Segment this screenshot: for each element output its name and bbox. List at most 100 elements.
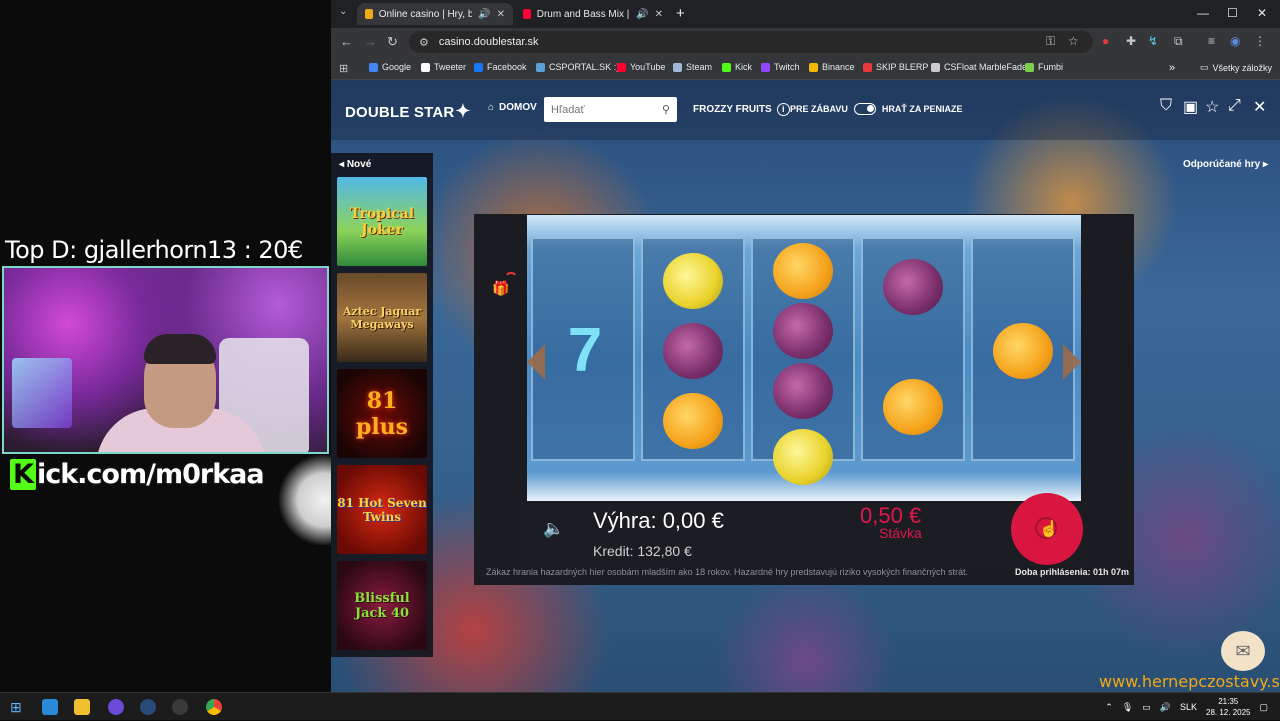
tab-casino[interactable]: Online casino | Hry, bonusy 🔊 ✕ — [357, 3, 513, 25]
bookmark-tweeter[interactable]: Tweeter — [421, 62, 466, 72]
close-game-icon[interactable]: ✕ — [1253, 97, 1266, 117]
extension-red-icon[interactable]: ● — [1102, 34, 1109, 48]
game-thumb-tropical-joker[interactable]: Tropical Joker — [337, 177, 427, 266]
apps-grid-icon[interactable]: ⊞ — [339, 62, 348, 75]
bookmark-google[interactable]: Google — [369, 62, 411, 72]
casino-logo[interactable]: DOUBLE STAR✦ — [345, 101, 471, 122]
speaker-icon[interactable]: 🔊 — [478, 9, 490, 20]
bookmark-star-icon[interactable]: ☆ — [1068, 34, 1079, 48]
info-icon[interactable]: i — [776, 103, 790, 116]
all-bookmarks-folder[interactable]: ▭ Všetky záložky — [1200, 62, 1272, 73]
mail-icon[interactable]: ✉ — [1221, 631, 1265, 671]
language-indicator[interactable]: SLK — [1180, 702, 1197, 712]
obs-icon[interactable] — [172, 699, 188, 715]
game-thumb-blissful-jack[interactable]: Blissful Jack 40 — [337, 561, 427, 650]
shield-icon[interactable]: ⛉ — [1160, 97, 1172, 115]
bookmark-steam[interactable]: Steam — [673, 62, 712, 72]
overlay-car-graphic — [276, 455, 336, 545]
notifications-icon[interactable]: ▢ — [1259, 702, 1268, 713]
chrome-icon[interactable] — [206, 699, 222, 715]
win-amount: Výhra: 0,00 € — [593, 508, 724, 533]
reel-1: 7 — [531, 237, 635, 461]
watermark-url: www.hernepczostavy.sk — [1099, 672, 1280, 691]
close-tab-icon[interactable]: ✕ — [497, 9, 505, 20]
casino-page: DOUBLE STAR✦ ⌂DOMOV ⚲ FROZZY FRUITSi PRE… — [331, 80, 1280, 692]
bookmark-kick[interactable]: Kick — [722, 62, 752, 72]
orange-symbol-icon — [883, 379, 943, 435]
new-tab-icon[interactable]: + — [676, 5, 685, 22]
kick-logo-letter: K — [10, 459, 36, 490]
game-thumb-aztec-jaguar[interactable]: Aztec Jaguar Megaways — [337, 273, 427, 362]
bookmarks-overflow-icon[interactable]: » — [1169, 62, 1175, 74]
search-box[interactable]: ⚲ — [544, 97, 677, 122]
bookmark-binance[interactable]: Binance — [809, 62, 855, 72]
messenger-icon[interactable] — [108, 699, 124, 715]
reel-3 — [751, 237, 855, 485]
tab-title: Drum and Bass Mix | Week — [536, 8, 630, 20]
tray-chevron-icon[interactable]: ⌃ — [1105, 702, 1113, 713]
password-key-icon[interactable]: ⚿ — [1046, 34, 1055, 49]
home-icon: ⌂ — [488, 102, 495, 113]
search-input[interactable] — [551, 103, 651, 116]
casino-header: DOUBLE STAR✦ ⌂DOMOV ⚲ FROZZY FRUITSi PRE… — [331, 80, 1280, 140]
microphone-icon[interactable]: 🎙 — [1122, 702, 1133, 713]
spin-button[interactable]: ☝ — [1011, 493, 1083, 565]
bookmark-fumbi[interactable]: Fumbi — [1025, 62, 1063, 72]
windows-start-icon[interactable]: ⊞ — [10, 699, 26, 715]
search-icon[interactable]: ⚲ — [662, 103, 670, 116]
mode-switch[interactable]: PRE ZÁBAVU HRAŤ ZA PENIAZE — [790, 103, 963, 115]
forward-icon[interactable]: → — [364, 34, 377, 49]
tab-search-icon[interactable]: ⌄ — [339, 6, 347, 17]
back-icon[interactable]: ← — [340, 34, 353, 49]
profile-avatar-icon[interactable]: ◉ — [1230, 34, 1240, 48]
extension-icon[interactable]: ✚ — [1126, 34, 1136, 48]
network-icon[interactable]: ▭ — [1142, 702, 1151, 713]
clock[interactable]: 21:35 28. 12. 2025 — [1206, 696, 1250, 718]
fullscreen-icon[interactable]: ⤢ — [1228, 97, 1241, 115]
tab-youtube[interactable]: Drum and Bass Mix | Week 🔊 ✕ — [515, 3, 671, 25]
bookmark-csfloat[interactable]: CSFloat MarbleFade — [931, 62, 1027, 72]
bookmark-twitch[interactable]: Twitch — [761, 62, 800, 72]
plum-symbol-icon — [663, 323, 723, 379]
sound-icon[interactable]: 🔈 — [543, 519, 564, 539]
taskbar-app-icon[interactable] — [42, 699, 58, 715]
mode-toggle[interactable] — [853, 103, 876, 115]
game-thumb-81-plus[interactable]: 81 plus — [337, 369, 427, 458]
minimize-icon[interactable]: — — [1197, 6, 1209, 20]
file-explorer-icon[interactable] — [74, 699, 90, 715]
address-bar[interactable]: ⚙ casino.doublestar.sk — [409, 31, 1093, 53]
wallet-icon[interactable]: ▣ — [1183, 97, 1198, 117]
kick-icon — [722, 62, 731, 72]
steam-taskbar-icon[interactable] — [140, 699, 156, 715]
bookmark-csportal[interactable]: CSPORTAL.SK :) — [536, 62, 619, 72]
favorite-star-icon[interactable]: ☆ — [1205, 97, 1219, 117]
bookmark-skip-blerp[interactable]: SKIP BLERP — [863, 62, 928, 72]
twitch-icon — [761, 62, 770, 72]
browser-window: ⌄ Online casino | Hry, bonusy 🔊 ✕ Drum a… — [331, 0, 1280, 692]
system-tray: ⌃ 🎙 ▭ 🔊 SLK 21:35 28. 12. 2025 ▢ — [1105, 693, 1280, 721]
game-title: FROZZY FRUITS i — [693, 103, 790, 116]
bookmark-facebook[interactable]: Facebook — [474, 62, 527, 72]
game-thumb-81-hot-seven-twins[interactable]: 81 Hot Seven Twins — [337, 465, 427, 554]
speaker-icon[interactable]: 🔊 — [636, 9, 648, 20]
orange-symbol-icon — [663, 393, 723, 449]
volume-icon[interactable]: 🔊 — [1160, 702, 1171, 713]
new-games-label[interactable]: ◂ Nové — [339, 159, 371, 170]
tab-title: Online casino | Hry, bonusy — [378, 8, 473, 20]
logo-star-icon: ✦ — [455, 101, 471, 121]
close-tab-icon[interactable]: ✕ — [655, 9, 663, 20]
extension-blue-icon[interactable]: ↯ — [1148, 34, 1158, 48]
reload-icon[interactable]: ↻ — [387, 34, 398, 50]
menu-kebab-icon[interactable]: ⋮ — [1254, 34, 1266, 48]
maximize-icon[interactable]: ☐ — [1227, 6, 1238, 20]
extensions-puzzle-icon[interactable]: ⧉ — [1174, 34, 1183, 49]
close-window-icon[interactable]: ✕ — [1257, 6, 1267, 20]
plum-symbol-icon — [883, 259, 943, 315]
site-info-icon[interactable]: ⚙ — [419, 36, 429, 49]
home-button[interactable]: ⌂ DOMOV — [488, 102, 537, 113]
bookmark-youtube[interactable]: YouTube — [617, 62, 665, 72]
gift-icon[interactable]: 🎁 — [489, 276, 513, 300]
recommended-games-link[interactable]: Odporúčané hry ▸ — [1183, 159, 1268, 170]
new-games-sidebar: ◂ Nové Tropical Joker Aztec Jaguar Megaw… — [331, 153, 433, 657]
reading-list-icon[interactable]: ≡ — [1208, 34, 1215, 48]
